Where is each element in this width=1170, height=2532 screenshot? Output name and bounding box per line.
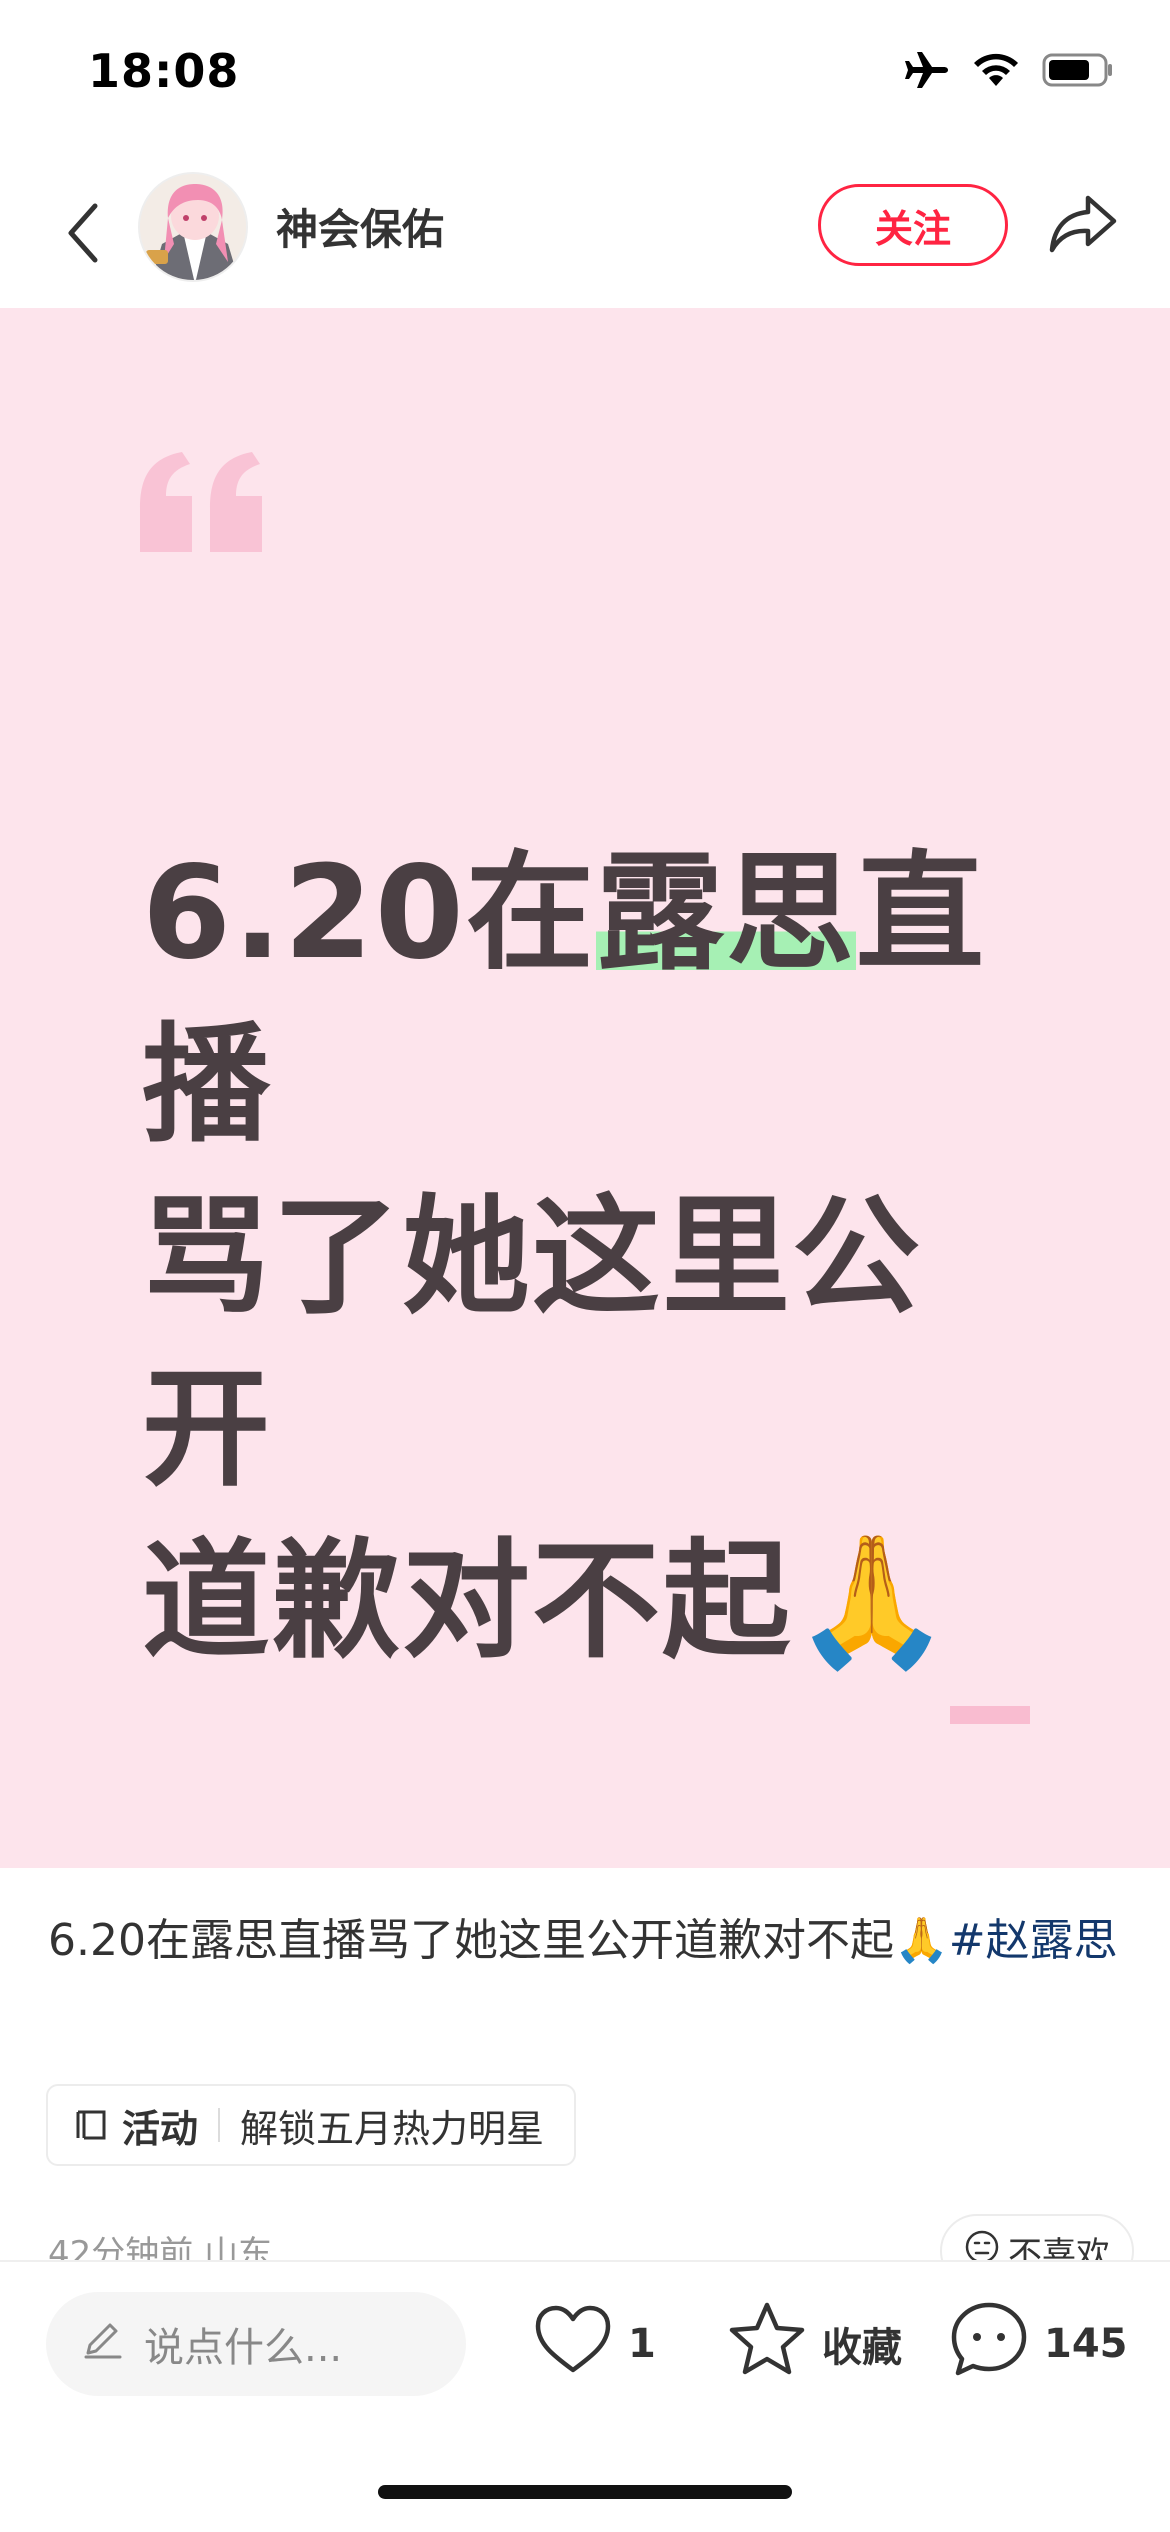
post-caption: 6.20在露思直播骂了她这里公开道歉对不起🙏#赵露思 bbox=[48, 1902, 1128, 1980]
activity-icon bbox=[74, 2108, 108, 2142]
post-image-card[interactable]: 6.20在露思直播 骂了她这里公开 道歉对不起🙏 bbox=[0, 308, 1170, 1868]
username[interactable]: 神会保佑 bbox=[276, 196, 444, 257]
wifi-icon bbox=[972, 52, 1020, 88]
status-bar: 18:08 bbox=[0, 0, 1170, 150]
status-time: 18:08 bbox=[88, 44, 240, 98]
quote-icon bbox=[138, 448, 270, 556]
activity-tag[interactable]: 活动 解锁五月热力明星 bbox=[46, 2084, 577, 2166]
star-icon bbox=[728, 2301, 806, 2387]
like-count: 1 bbox=[628, 2321, 656, 2367]
favorite-label: 收藏 bbox=[822, 2325, 902, 2371]
airplane-icon bbox=[904, 50, 950, 90]
follow-button[interactable]: 关注 bbox=[818, 184, 1008, 266]
like-button[interactable]: 1 bbox=[534, 2302, 656, 2386]
avatar[interactable] bbox=[138, 172, 248, 282]
share-icon bbox=[1048, 192, 1118, 258]
battery-icon bbox=[1042, 52, 1114, 88]
share-button[interactable] bbox=[1044, 190, 1122, 260]
pencil-icon bbox=[80, 2317, 124, 2371]
card-text: 6.20在露思直播 骂了她这里公开 道歉对不起🙏 bbox=[142, 828, 1042, 1688]
card-line: 6.20在露思直播 bbox=[142, 839, 986, 1160]
comment-button[interactable]: 145 bbox=[950, 2302, 1128, 2386]
activity-divider bbox=[218, 2108, 221, 2142]
card-line: 道歉对不起🙏 bbox=[142, 1527, 954, 1676]
comment-count: 145 bbox=[1044, 2321, 1128, 2367]
chevron-left-icon bbox=[65, 202, 99, 268]
back-button[interactable] bbox=[52, 190, 112, 280]
favorite-button[interactable]: 收藏 bbox=[728, 2302, 902, 2386]
activity-label: 活动 bbox=[122, 2106, 199, 2151]
heart-icon bbox=[534, 2304, 612, 2384]
comment-placeholder: 说点什么... bbox=[144, 2325, 343, 2371]
card-dash-decoration bbox=[950, 1706, 1030, 1724]
chat-bubble-icon bbox=[950, 2301, 1028, 2387]
activity-description: 解锁五月热力明星 bbox=[240, 2106, 545, 2151]
highlighted-text: 露思 bbox=[595, 839, 856, 988]
caption-text: 6.20在露思直播骂了她这里公开道歉对不起🙏 bbox=[48, 1915, 949, 1966]
card-line: 骂了她这里公开 bbox=[142, 1183, 923, 1504]
home-indicator[interactable] bbox=[378, 2485, 792, 2499]
comment-input[interactable]: 说点什么... bbox=[46, 2292, 466, 2396]
hashtag-link[interactable]: #赵露思 bbox=[949, 1915, 1118, 1966]
post-header: 神会保佑 关注 bbox=[0, 160, 1170, 310]
status-icons bbox=[904, 50, 1114, 90]
